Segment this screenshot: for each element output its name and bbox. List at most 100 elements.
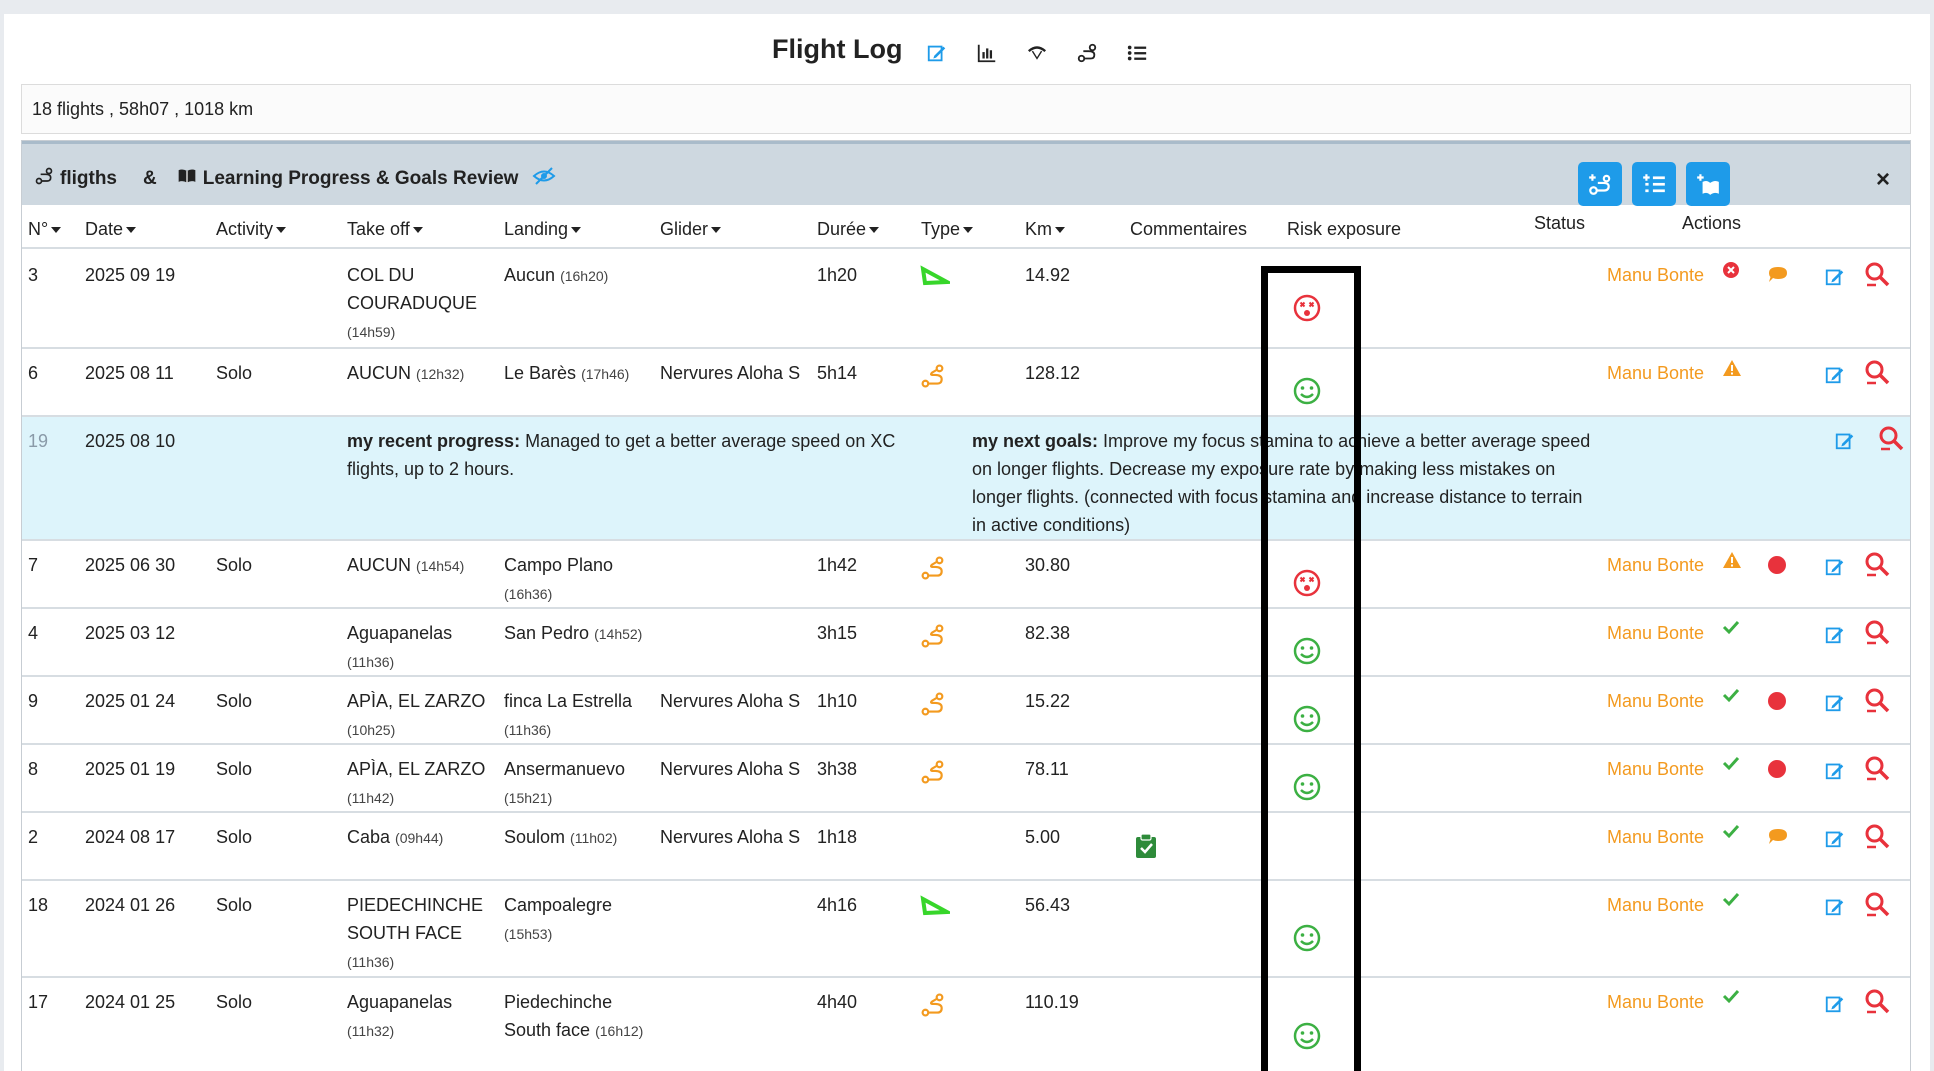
edit-icon[interactable] bbox=[1824, 895, 1846, 917]
add-list-button[interactable] bbox=[1632, 162, 1676, 206]
edit-icon[interactable] bbox=[1824, 759, 1846, 781]
pilot-name[interactable]: Manu Bonte bbox=[1607, 823, 1704, 851]
search-icon[interactable] bbox=[1864, 988, 1890, 1014]
route-icon[interactable] bbox=[1074, 40, 1100, 66]
edit-icon[interactable] bbox=[1824, 265, 1846, 287]
add-book-button[interactable] bbox=[1686, 162, 1730, 206]
edit-icon[interactable] bbox=[1824, 992, 1846, 1014]
search-icon[interactable] bbox=[1864, 687, 1890, 713]
comment-icon[interactable] bbox=[1767, 827, 1789, 847]
pilot-name[interactable]: Manu Bonte bbox=[1607, 261, 1704, 289]
route-icon bbox=[920, 759, 946, 785]
pilot-name[interactable]: Manu Bonte bbox=[1607, 687, 1704, 715]
flight-activity: Solo bbox=[216, 827, 253, 847]
landing-name: Soulom bbox=[504, 827, 566, 847]
flight-activity: Solo bbox=[216, 992, 253, 1012]
edit-icon[interactable] bbox=[1824, 623, 1846, 645]
flight-duration: 4h40 bbox=[817, 992, 858, 1012]
col-km[interactable]: Km bbox=[1025, 219, 1065, 240]
pilot-name[interactable]: Manu Bonte bbox=[1607, 619, 1704, 647]
clipboard-check-icon bbox=[1134, 833, 1158, 859]
table-row[interactable]: 7 2025 06 30 Solo AUCUN (14h54) Campo Plano … bbox=[22, 541, 1910, 609]
takeoff-cell: APÌA, EL ZARZO (11h42) bbox=[347, 755, 497, 812]
recent-progress-text: my recent progress: Managed to get a bet… bbox=[347, 427, 947, 483]
pilot-name[interactable]: Manu Bonte bbox=[1607, 988, 1704, 1016]
note-date: 2025 08 10 bbox=[85, 431, 176, 451]
takeoff-cell: APÌA, EL ZARZO (10h25) bbox=[347, 687, 497, 744]
search-icon[interactable] bbox=[1864, 551, 1890, 577]
warning-icon bbox=[1722, 359, 1742, 377]
table-row[interactable]: 4 2025 03 12 Aguapanelas (11h36) San Pedro … bbox=[22, 609, 1910, 677]
takeoff-cell: Caba (09h44) bbox=[347, 823, 497, 852]
flight-km: 15.22 bbox=[1025, 691, 1071, 711]
flight-km: 56.43 bbox=[1025, 895, 1071, 915]
takeoff-cell: COL DU COURADUQUE (14h59) bbox=[347, 261, 497, 346]
table-row[interactable]: 6 2025 08 11 Solo AUCUN (12h32) Le Barès (17… bbox=[22, 349, 1910, 417]
flight-num: 17 bbox=[28, 992, 49, 1012]
table-row[interactable]: 8 2025 01 19 Solo APÌA, EL ZARZO (11h42) Ans… bbox=[22, 745, 1910, 813]
col-date[interactable]: Date bbox=[85, 219, 137, 240]
edit-icon[interactable] bbox=[1824, 363, 1846, 385]
col-num[interactable]: N° bbox=[28, 219, 62, 240]
table-row[interactable]: 3 2025 09 19 COL DU COURADUQUE (14h59) Aucu… bbox=[22, 251, 1910, 349]
check-icon bbox=[1722, 755, 1740, 771]
comment-icon[interactable] bbox=[1767, 265, 1789, 285]
edit-icon[interactable] bbox=[1824, 691, 1846, 713]
pilot-name[interactable]: Manu Bonte bbox=[1607, 551, 1704, 579]
route-icon bbox=[920, 623, 946, 649]
edit-icon[interactable] bbox=[1824, 555, 1846, 577]
table-row[interactable]: 17 2024 01 25 Solo Aguapanelas (11h32) Piede… bbox=[22, 978, 1910, 1071]
red-dot-icon[interactable] bbox=[1767, 555, 1787, 575]
col-takeoff[interactable]: Take off bbox=[347, 219, 423, 240]
col-activity[interactable]: Activity bbox=[216, 219, 287, 240]
next-goals-text: my next goals: Improve my focus stamina … bbox=[972, 427, 1592, 539]
search-icon[interactable] bbox=[1864, 755, 1890, 781]
note-row: 19 2025 08 10 my recent progress: Managed … bbox=[22, 417, 1910, 541]
red-dot-icon[interactable] bbox=[1767, 759, 1787, 779]
table-row[interactable]: 18 2024 01 26 Solo PIEDECHINCHE SOUTH FACE … bbox=[22, 881, 1910, 978]
pilot-name[interactable]: Manu Bonte bbox=[1607, 755, 1704, 783]
close-panel-button[interactable]: × bbox=[1876, 166, 1890, 194]
takeoff-cell: Aguapanelas (11h32) bbox=[347, 988, 497, 1045]
flight-duration: 1h10 bbox=[817, 691, 858, 711]
search-icon[interactable] bbox=[1864, 619, 1890, 645]
col-landing[interactable]: Landing bbox=[504, 219, 582, 240]
route-icon bbox=[920, 691, 946, 717]
table-row[interactable]: 2 2024 08 17 Solo Caba (09h44) Soulom (11h02… bbox=[22, 813, 1910, 881]
panel-title-learning: Learning Progress & Goals Review bbox=[202, 168, 519, 189]
wing-icon[interactable] bbox=[1024, 40, 1050, 66]
landing-cell: San Pedro (14h52) bbox=[504, 619, 654, 648]
search-icon[interactable] bbox=[1878, 425, 1904, 451]
flight-num: 4 bbox=[28, 623, 39, 643]
takeoff-name: Caba bbox=[347, 827, 391, 847]
pilot-name[interactable]: Manu Bonte bbox=[1607, 359, 1704, 387]
eye-off-icon[interactable] bbox=[532, 164, 556, 194]
table-row[interactable]: 9 2025 01 24 Solo APÌA, EL ZARZO (10h25) fin… bbox=[22, 677, 1910, 745]
flight-activity: Solo bbox=[216, 759, 253, 779]
triangle-icon bbox=[920, 265, 950, 287]
edit-icon[interactable] bbox=[924, 40, 950, 66]
col-duree[interactable]: Durée bbox=[817, 219, 880, 240]
edit-icon[interactable] bbox=[1834, 429, 1856, 451]
dizzy-face-icon bbox=[1292, 568, 1322, 598]
chart-icon[interactable] bbox=[974, 40, 1000, 66]
flight-num: 18 bbox=[28, 895, 49, 915]
flight-date: 2025 01 19 bbox=[85, 759, 176, 779]
red-dot-icon[interactable] bbox=[1767, 691, 1787, 711]
col-type[interactable]: Type bbox=[921, 219, 974, 240]
search-icon[interactable] bbox=[1864, 823, 1890, 849]
col-glider[interactable]: Glider bbox=[660, 219, 722, 240]
route-icon bbox=[34, 166, 54, 192]
pilot-name[interactable]: Manu Bonte bbox=[1607, 891, 1704, 919]
landing-time: (16h36) bbox=[504, 586, 553, 602]
add-flight-button[interactable] bbox=[1578, 162, 1622, 206]
list-icon[interactable] bbox=[1124, 40, 1150, 66]
takeoff-time: (11h36) bbox=[347, 954, 395, 970]
search-icon[interactable] bbox=[1864, 359, 1890, 385]
search-icon[interactable] bbox=[1864, 891, 1890, 917]
flight-duration: 1h18 bbox=[817, 827, 858, 847]
search-icon[interactable] bbox=[1864, 261, 1890, 287]
takeoff-name: Aguapanelas bbox=[347, 992, 453, 1012]
check-icon bbox=[1722, 891, 1740, 907]
edit-icon[interactable] bbox=[1824, 827, 1846, 849]
